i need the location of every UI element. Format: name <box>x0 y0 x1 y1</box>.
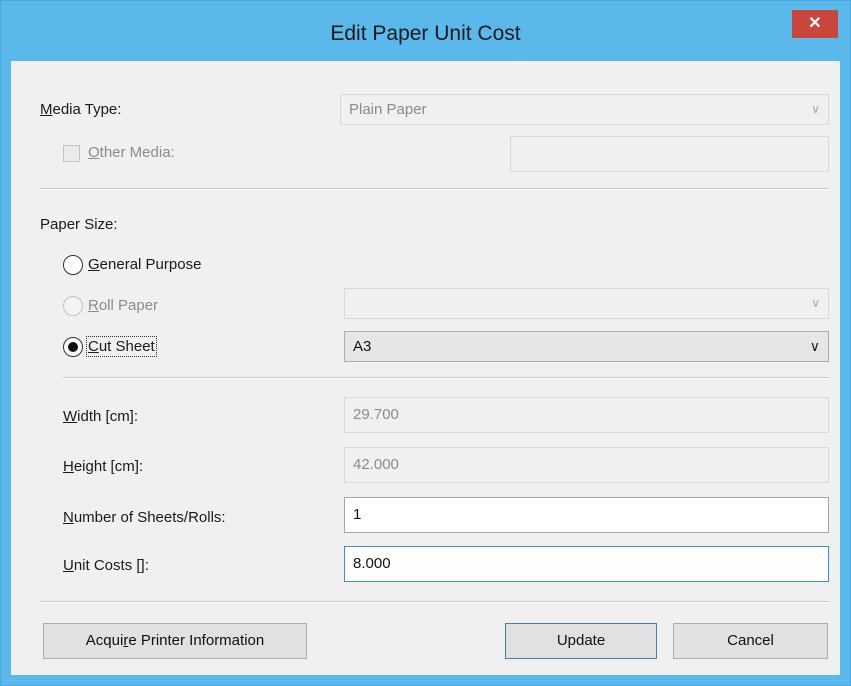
chevron-down-icon: ∨ <box>811 102 820 116</box>
close-button[interactable]: ✕ <box>792 10 838 38</box>
chevron-down-icon: ∨ <box>811 296 820 310</box>
roll-paper-radio[interactable] <box>63 296 83 316</box>
close-icon: ✕ <box>808 15 822 32</box>
dialog-title: Edit Paper Unit Cost <box>330 22 521 45</box>
cut-sheet-value: A3 <box>353 338 372 355</box>
acquire-printer-information-button[interactable]: Acquire Printer Information <box>43 623 307 659</box>
other-media-checkbox[interactable] <box>63 145 80 162</box>
cut-sheet-select[interactable]: A3 ∨ <box>344 331 829 362</box>
separator <box>40 601 829 603</box>
other-media-label: Other Media: <box>88 144 175 161</box>
paper-size-label: Paper Size: <box>40 216 118 233</box>
media-type-label: Media Type: <box>40 101 122 118</box>
roll-paper-label: Roll Paper <box>88 297 159 314</box>
other-media-input[interactable] <box>510 136 829 172</box>
chevron-down-icon: ∨ <box>809 338 820 354</box>
height-label: Height [cm]: <box>63 458 144 475</box>
dialog-body: Media Type: Plain Paper ∨ Other Media: P… <box>11 61 840 675</box>
height-input[interactable]: 42.000 <box>344 447 829 483</box>
cut-sheet-label: Cut Sheet <box>86 336 157 357</box>
dialog-window: Edit Paper Unit Cost ✕ Media Type: Plain… <box>0 0 851 686</box>
sheets-input[interactable]: 1 <box>344 497 829 533</box>
sheets-label: Number of Sheets/Rolls: <box>63 509 226 526</box>
width-input[interactable]: 29.700 <box>344 397 829 433</box>
separator <box>63 377 829 379</box>
cut-sheet-radio[interactable] <box>63 337 83 357</box>
separator <box>40 188 829 190</box>
unit-costs-label: Unit Costs []: <box>63 557 149 574</box>
general-purpose-radio[interactable] <box>63 255 83 275</box>
unit-costs-input[interactable]: 8.000 <box>344 546 829 582</box>
media-type-value: Plain Paper <box>349 101 427 118</box>
title-bar[interactable]: Edit Paper Unit Cost ✕ <box>1 1 850 61</box>
general-purpose-label: General Purpose <box>88 256 202 273</box>
media-type-select[interactable]: Plain Paper ∨ <box>340 94 829 125</box>
cancel-button[interactable]: Cancel <box>673 623 828 659</box>
roll-paper-select[interactable]: ∨ <box>344 288 829 319</box>
update-button[interactable]: Update <box>505 623 657 659</box>
width-label: Width [cm]: <box>63 408 139 425</box>
